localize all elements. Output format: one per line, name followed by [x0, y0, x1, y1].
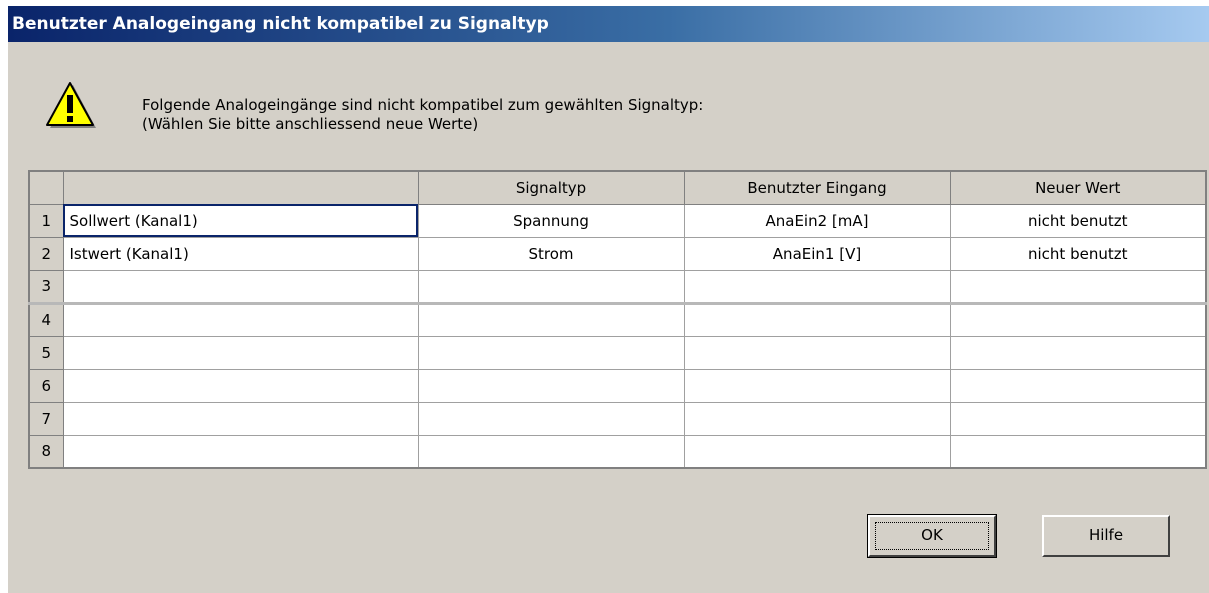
cell-benutzter-eingang[interactable]: AnaEin2 [mA] — [683, 203, 951, 238]
cell-name[interactable] — [62, 434, 419, 469]
table-row: 4 — [28, 301, 1207, 337]
row-header[interactable]: 6 — [28, 368, 64, 403]
cell-neuer-wert[interactable]: nicht benutzt — [949, 236, 1207, 271]
cell-neuer-wert[interactable]: nicht benutzt — [949, 203, 1207, 238]
cell-signaltyp[interactable] — [417, 401, 685, 436]
cell-name[interactable]: Sollwert (Kanal1) — [62, 203, 419, 238]
cell-benutzter-eingang[interactable] — [683, 335, 951, 370]
focus-rectangle — [875, 522, 989, 550]
row-header[interactable]: 3 — [28, 269, 64, 304]
cell-signaltyp[interactable]: Spannung — [417, 203, 685, 238]
table-row: 3 — [28, 269, 1207, 304]
cell-benutzter-eingang[interactable] — [683, 269, 951, 304]
dialog-title: Benutzter Analogeingang nicht kompatibel… — [8, 6, 1209, 42]
corner-header — [28, 170, 64, 205]
row-header[interactable]: 5 — [28, 335, 64, 370]
cell-neuer-wert[interactable] — [949, 269, 1207, 304]
cell-benutzter-eingang[interactable] — [683, 368, 951, 403]
cell-name[interactable] — [62, 368, 419, 403]
help-button-label: Hilfe — [1088, 526, 1124, 544]
cell-signaltyp[interactable] — [417, 434, 685, 469]
cell-neuer-wert[interactable] — [949, 401, 1207, 436]
row-header[interactable]: 4 — [28, 301, 64, 337]
cell-signaltyp[interactable] — [417, 301, 685, 337]
help-button[interactable]: Hilfe — [1042, 515, 1170, 557]
cell-benutzter-eingang[interactable] — [683, 301, 951, 337]
dialog-message: Folgende Analogeingänge sind nicht kompa… — [142, 96, 703, 134]
row-header[interactable]: 8 — [28, 434, 64, 469]
cell-benutzter-eingang[interactable] — [683, 434, 951, 469]
cell-signaltyp[interactable]: Strom — [417, 236, 685, 271]
row-header[interactable]: 1 — [28, 203, 64, 238]
cell-neuer-wert[interactable] — [949, 368, 1207, 403]
table-row: 1 Sollwert (Kanal1) Spannung AnaEin2 [mA… — [28, 203, 1207, 238]
column-header-neuer-wert[interactable]: Neuer Wert — [949, 170, 1207, 205]
row-header[interactable]: 7 — [28, 401, 64, 436]
cell-name[interactable] — [62, 269, 419, 304]
cell-name[interactable] — [62, 401, 419, 436]
table-row: 8 — [28, 434, 1207, 469]
cell-neuer-wert[interactable] — [949, 301, 1207, 337]
cell-signaltyp[interactable] — [417, 368, 685, 403]
column-header-benutzter-eingang[interactable]: Benutzter Eingang — [683, 170, 951, 205]
cell-signaltyp[interactable] — [417, 335, 685, 370]
cell-neuer-wert[interactable] — [949, 335, 1207, 370]
cell-name[interactable]: Istwert (Kanal1) — [62, 236, 419, 271]
cell-name[interactable] — [62, 335, 419, 370]
cell-benutzter-eingang[interactable]: AnaEin1 [V] — [683, 236, 951, 271]
table-row: 7 — [28, 401, 1207, 436]
table-row: 5 — [28, 335, 1207, 370]
cell-neuer-wert[interactable] — [949, 434, 1207, 469]
message-line-2: (Wählen Sie bitte anschliessend neue Wer… — [142, 115, 479, 133]
cell-name[interactable] — [62, 301, 419, 337]
warning-icon — [46, 82, 96, 128]
cell-benutzter-eingang[interactable] — [683, 401, 951, 436]
incompatible-inputs-table: Signaltyp Benutzter Eingang Neuer Wert 1… — [28, 170, 1207, 469]
message-line-1: Folgende Analogeingänge sind nicht kompa… — [142, 96, 704, 114]
column-header-name[interactable] — [62, 170, 419, 205]
row-header[interactable]: 2 — [28, 236, 64, 271]
ok-button[interactable]: OK — [867, 514, 997, 558]
table-header-row: Signaltyp Benutzter Eingang Neuer Wert — [28, 170, 1207, 205]
column-header-signaltyp[interactable]: Signaltyp — [417, 170, 685, 205]
table-row: 2 Istwert (Kanal1) Strom AnaEin1 [V] nic… — [28, 236, 1207, 271]
dialog-window: Benutzter Analogeingang nicht kompatibel… — [7, 6, 1209, 593]
cell-signaltyp[interactable] — [417, 269, 685, 304]
table-row: 6 — [28, 368, 1207, 403]
